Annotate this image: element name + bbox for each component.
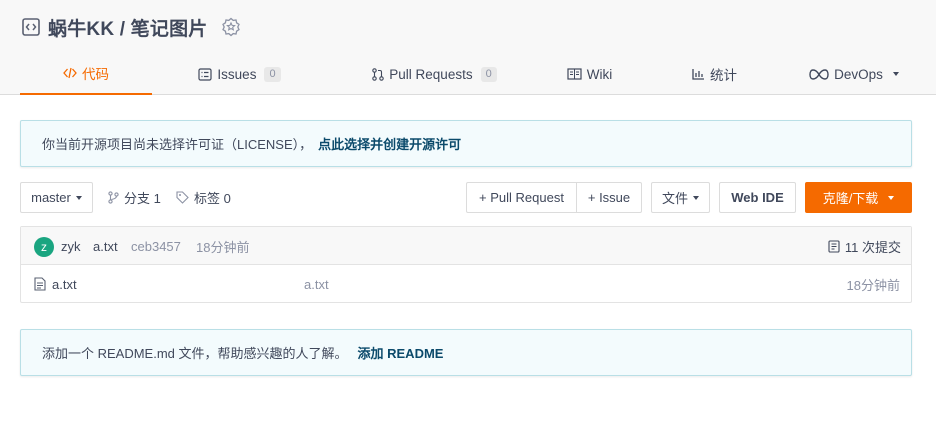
repo-title-row: 蜗牛KK / 笔记图片 [22,13,241,41]
file-button-label: 文件 [661,191,688,206]
branches-link[interactable]: 分支 1 [108,182,161,213]
file-commit-message[interactable]: a.txt [304,265,329,303]
tab-label: Issues [217,66,257,82]
avatar[interactable]: z [34,237,54,257]
pull-requests-count-badge: 0 [480,66,497,82]
repo-header: 蜗牛KK / 笔记图片 代码 Issues 0 Pull Requests 0 … [0,0,936,95]
file-name-link[interactable]: a.txt [34,265,77,303]
branch-icon [108,191,119,204]
tab-devops[interactable]: DevOps [792,53,916,95]
file-dropdown-button[interactable]: 文件 [651,182,710,213]
pull-request-icon [372,67,385,81]
commits-count-link[interactable]: 11 次提交 [828,227,901,265]
code-repo-icon [22,18,40,36]
tab-issues[interactable]: Issues 0 [152,53,327,95]
new-issue-button[interactable]: + Issue [576,182,642,213]
commit-hash[interactable]: ceb3457 [131,227,181,265]
tags-count: 标签 0 [194,191,231,206]
tab-code[interactable]: 代码 [20,53,152,95]
add-readme-link[interactable]: 添加 README [358,343,444,362]
new-pull-request-button[interactable]: + Pull Request [466,182,577,213]
license-notice: 你当前开源项目尚未选择许可证（LICENSE）， 点此选择并创建开源许可 [20,120,912,167]
tab-label: Pull Requests [389,66,473,82]
tab-label: Wiki [586,66,613,82]
file-icon [34,277,46,291]
web-ide-button[interactable]: Web IDE [719,182,796,213]
license-notice-text: 你当前开源项目尚未选择许可证（LICENSE）， [42,137,313,152]
branch-select[interactable]: master [20,182,93,213]
issues-count-badge: 0 [264,66,281,82]
code-icon [63,67,77,79]
commit-author[interactable]: zyk [61,227,81,265]
chevron-down-icon [892,72,899,76]
tab-label: DevOps [834,66,883,82]
commits-icon [828,239,840,253]
branch-label: master [31,190,71,205]
tags-link[interactable]: 标签 0 [176,182,231,213]
repo-title[interactable]: 蜗牛KK / 笔记图片 [48,14,207,41]
infinity-icon [809,68,829,80]
chevron-down-icon [75,195,82,200]
file-row: a.txt a.txt 18分钟前 [21,265,911,303]
repo-tabs: 代码 Issues 0 Pull Requests 0 Wiki 统计 DevO… [20,53,916,95]
readme-notice: 添加一个 README.md 文件，帮助感兴趣的人了解。 添加 README [20,329,912,376]
chevron-down-icon [693,195,699,200]
tab-statistics[interactable]: 统计 [637,53,792,95]
file-list: z zyk a.txt ceb3457 18分钟前 11 次提交 a.txt a… [20,226,912,303]
award-badge-icon[interactable] [221,17,241,37]
commit-message[interactable]: a.txt [93,227,118,265]
tab-pull-requests[interactable]: Pull Requests 0 [327,53,542,95]
chevron-down-icon [888,195,895,200]
file-commit-time: 18分钟前 [846,277,900,293]
create-license-link[interactable]: 点此选择并创建开源许可 [318,134,461,153]
tag-icon [176,191,189,204]
book-icon [567,68,582,80]
branches-count: 分支 1 [124,191,161,206]
file-name: a.txt [52,276,77,292]
commit-time: 18分钟前 [196,239,250,255]
tab-wiki[interactable]: Wiki [542,53,637,95]
readme-notice-text: 添加一个 README.md 文件，帮助感兴趣的人了解。 [42,346,348,361]
latest-commit-row: z zyk a.txt ceb3457 18分钟前 11 次提交 [21,227,911,265]
clone-button-label: 克隆/下载 [822,191,879,206]
issues-icon [198,67,213,81]
repo-toolbar: master 分支 1 标签 0 + Pull Request + Issue … [20,182,912,213]
clone-download-button[interactable]: 克隆/下载 [805,182,912,213]
tab-label: 统计 [710,68,737,83]
commits-count: 11 次提交 [844,239,901,255]
tab-label: 代码 [82,67,109,82]
bar-chart-icon [692,69,704,80]
